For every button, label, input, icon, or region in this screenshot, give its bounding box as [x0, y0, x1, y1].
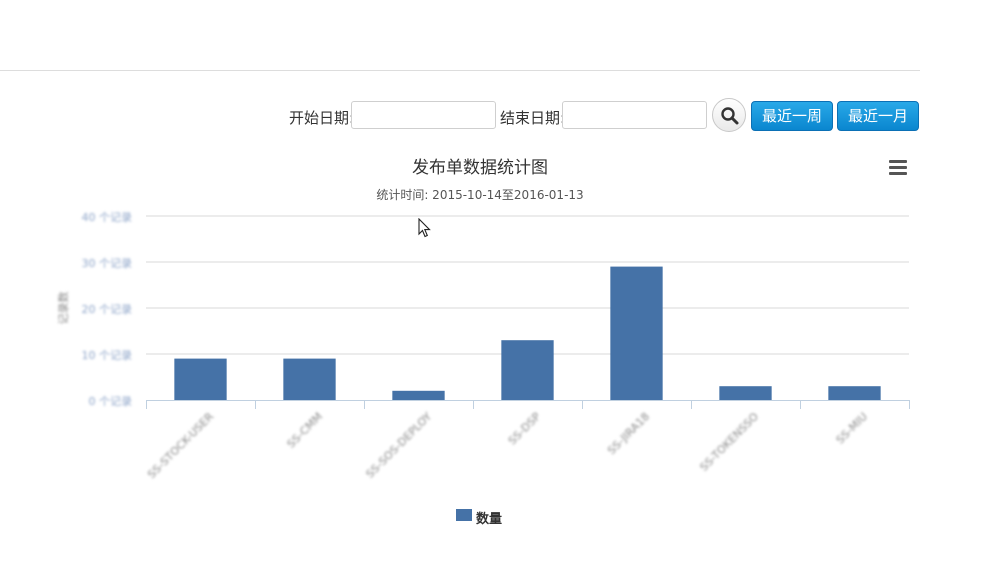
mouse-cursor-icon: [418, 218, 431, 238]
bar[interactable]: [610, 266, 663, 400]
bar[interactable]: [392, 390, 445, 400]
legend-swatch: [456, 509, 472, 521]
bar[interactable]: [283, 358, 336, 400]
bar-chart-plot: [146, 215, 910, 409]
legend-label: 数量: [476, 512, 503, 527]
bar[interactable]: [174, 358, 227, 400]
bar[interactable]: [501, 340, 554, 400]
bar[interactable]: [719, 386, 772, 400]
bar[interactable]: [828, 386, 881, 400]
